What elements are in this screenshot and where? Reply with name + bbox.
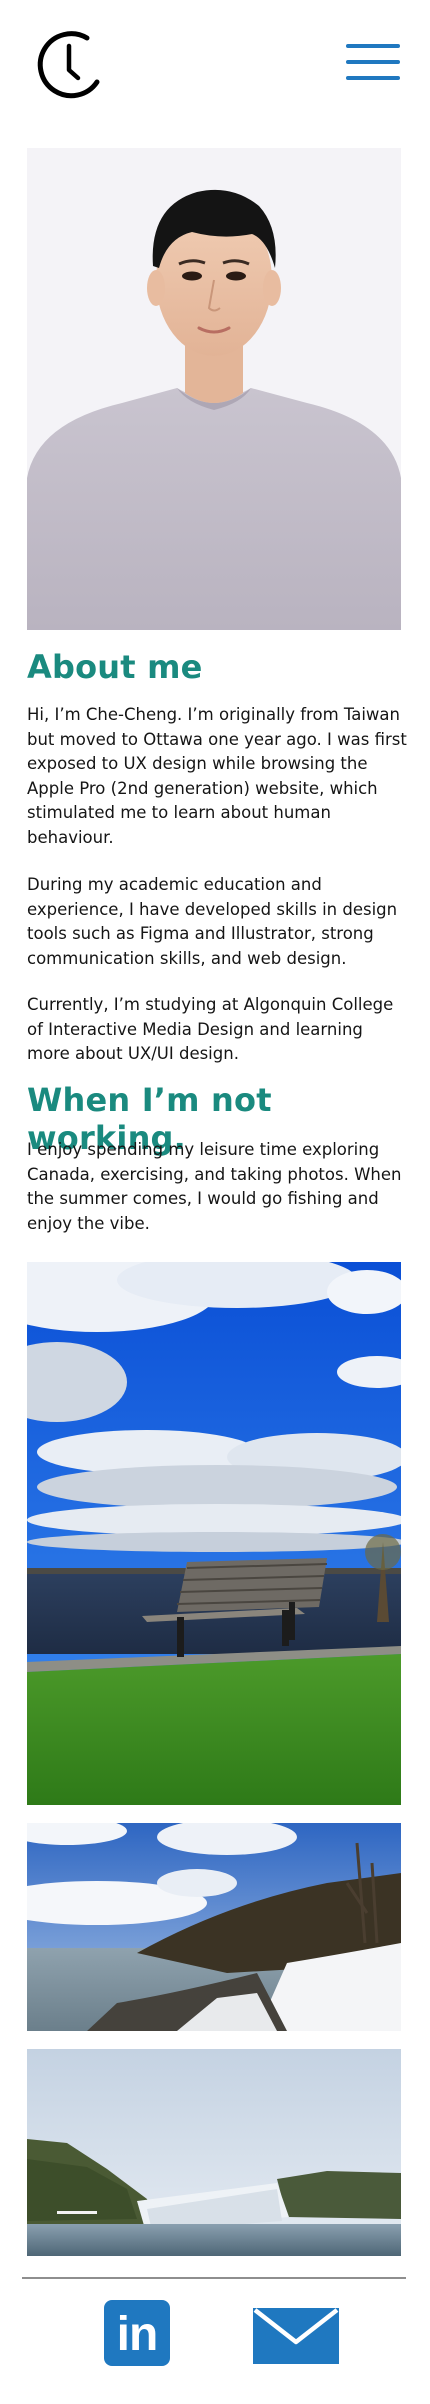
footer-divider — [22, 2277, 406, 2279]
about-paragraph-skills: During my academic education and experie… — [27, 875, 398, 968]
menu-line — [346, 60, 400, 64]
clock-logo-icon[interactable] — [33, 24, 103, 102]
linkedin-label: in — [116, 2308, 159, 2361]
menu-line — [346, 44, 400, 48]
menu-line — [346, 76, 400, 80]
hamburger-menu-icon[interactable] — [346, 44, 400, 82]
about-heading: About me — [27, 648, 203, 686]
linkedin-icon[interactable]: in — [104, 2300, 170, 2366]
waterfall-photo — [27, 2049, 401, 2256]
about-paragraph-study: Currently, I’m studying at Algonquin Col… — [27, 995, 394, 1063]
about-paragraph-intro: Hi, I’m Che-Cheng. I’m originally from T… — [27, 705, 407, 847]
mail-icon[interactable] — [253, 2308, 339, 2364]
bench-lake-photo — [27, 1262, 401, 1805]
not-working-paragraph: I enjoy spending my leisure time explori… — [27, 1140, 402, 1233]
snowy-shore-photo — [27, 1823, 401, 2031]
profile-photo — [27, 148, 401, 630]
